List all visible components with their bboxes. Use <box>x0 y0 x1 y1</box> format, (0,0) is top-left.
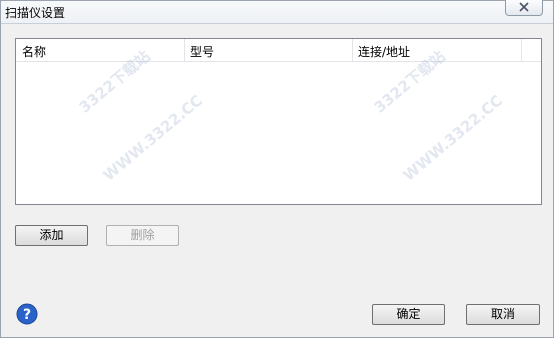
help-icon[interactable]: ? <box>16 303 38 325</box>
column-divider[interactable] <box>352 39 353 61</box>
dialog-body: 名称 型号 连接/地址 添加 删除 ? 确定 取消 <box>1 23 553 337</box>
dialog-title: 扫描仪设置 <box>5 6 66 20</box>
column-header-connection[interactable]: 连接/地址 <box>358 43 410 60</box>
column-header-model[interactable]: 型号 <box>190 43 214 60</box>
close-icon <box>519 2 529 12</box>
column-header-name[interactable]: 名称 <box>22 43 46 60</box>
delete-button[interactable]: 删除 <box>106 225 179 246</box>
list-header: 名称 型号 连接/地址 <box>16 39 541 62</box>
ok-button[interactable]: 确定 <box>372 304 445 325</box>
scanner-settings-dialog: 扫描仪设置 名称 型号 连接/地址 添加 删除 ? 确定 取消 3322下载站 … <box>0 0 554 338</box>
cancel-button[interactable]: 取消 <box>466 304 540 325</box>
add-button[interactable]: 添加 <box>15 225 88 246</box>
svg-text:?: ? <box>23 307 31 323</box>
column-divider[interactable] <box>521 39 522 61</box>
title-bar: 扫描仪设置 <box>1 0 553 23</box>
close-button[interactable] <box>505 0 543 16</box>
scanner-list[interactable]: 名称 型号 连接/地址 <box>15 38 542 205</box>
column-divider[interactable] <box>184 39 185 61</box>
